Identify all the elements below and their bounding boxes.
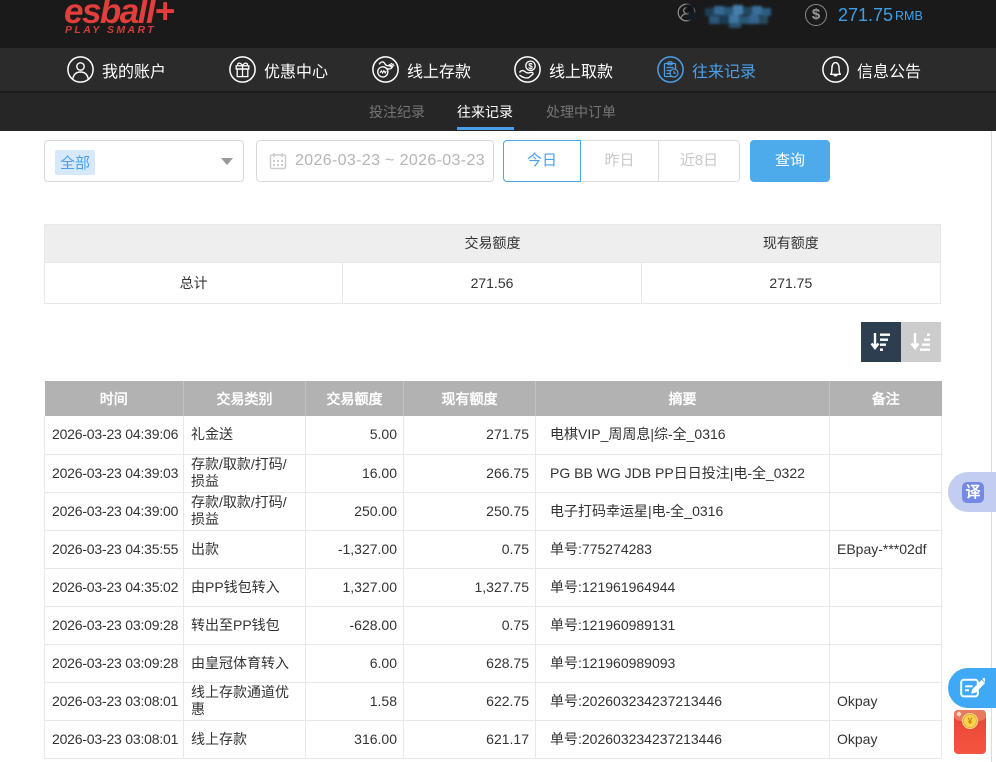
svg-text:$: $: [528, 62, 533, 71]
